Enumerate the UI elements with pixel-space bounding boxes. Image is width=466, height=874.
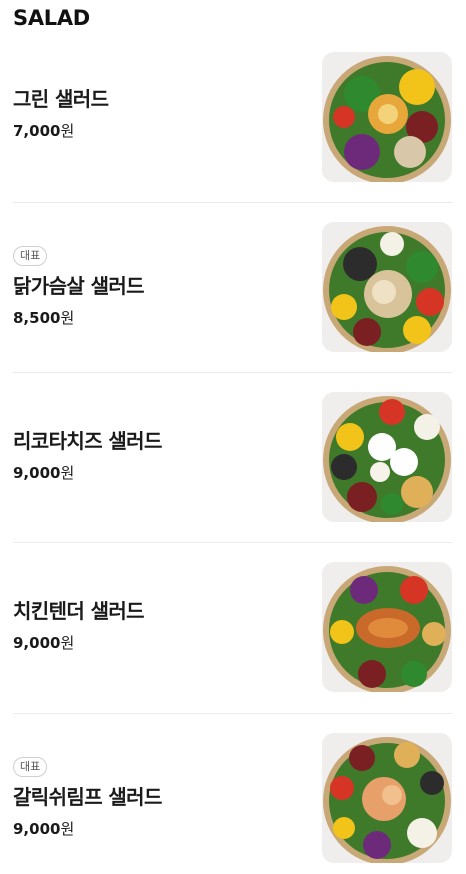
divider — [13, 202, 453, 203]
menu-item-name: 갈릭쉬림프 샐러드 — [13, 785, 162, 809]
menu-item-ricotta-cheese-salad[interactable]: 리코타치즈 샐러드 9,000원 — [13, 392, 453, 522]
divider — [13, 542, 453, 543]
menu-item-chicken-tender-salad[interactable]: 치킨텐더 샐러드 9,000원 — [13, 562, 453, 692]
signature-badge: 대표 — [13, 246, 48, 266]
menu-item-price: 9,000원 — [13, 820, 75, 838]
menu-item-name: 닭가슴살 샐러드 — [13, 274, 145, 298]
chicken-tender-salad-bowl-image — [322, 562, 452, 692]
menu-item-green-salad[interactable]: 그린 샐러드 7,000원 — [13, 52, 453, 182]
menu-item-price: 9,000원 — [13, 464, 75, 482]
garlic-shrimp-salad-bowl-image — [322, 733, 452, 863]
menu-item-price: 9,000원 — [13, 634, 75, 652]
signature-badge: 대표 — [13, 757, 48, 777]
menu-item-name: 그린 샐러드 — [13, 87, 109, 111]
section-title: SALAD — [13, 6, 90, 30]
divider — [13, 713, 453, 714]
menu-item-price: 8,500원 — [13, 309, 75, 327]
menu-item-chicken-breast-salad[interactable]: 대표 닭가슴살 샐러드 8,500원 — [13, 222, 453, 352]
menu-item-name: 리코타치즈 샐러드 — [13, 429, 162, 453]
ricotta-cheese-salad-bowl-image — [322, 392, 452, 522]
menu-item-garlic-shrimp-salad[interactable]: 대표 갈릭쉬림프 샐러드 9,000원 — [13, 733, 453, 863]
divider — [13, 372, 453, 373]
chicken-breast-salad-bowl-image — [322, 222, 452, 352]
menu-item-price: 7,000원 — [13, 122, 75, 140]
menu-item-name: 치킨텐더 샐러드 — [13, 599, 145, 623]
green-salad-bowl-image — [322, 52, 452, 182]
